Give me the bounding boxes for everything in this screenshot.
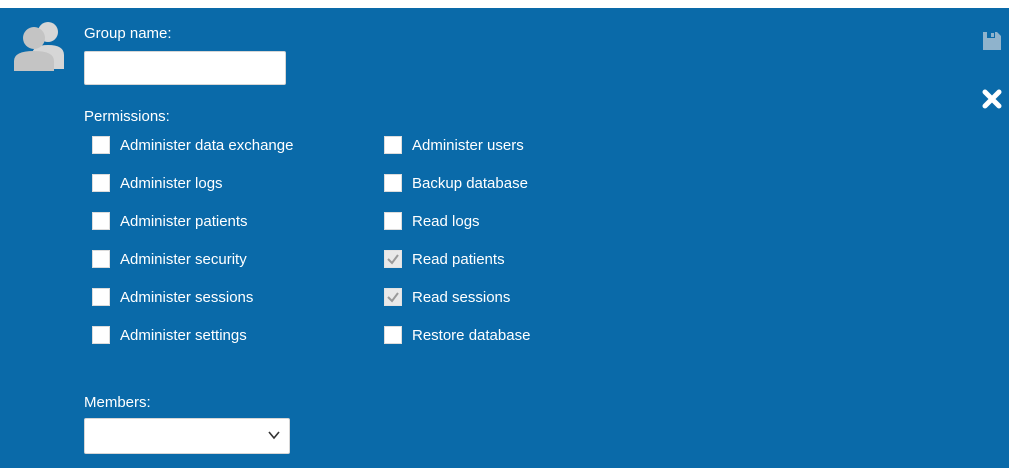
checkmark-icon [387,292,399,303]
permission-checkbox[interactable] [92,212,110,230]
permission-checkbox-row[interactable]: Administer data exchange [92,136,293,154]
permission-checkbox-row[interactable]: Administer settings [92,326,247,344]
permission-checkbox-row[interactable]: Restore database [384,326,530,344]
permission-checkbox[interactable] [92,174,110,192]
permission-checkbox[interactable] [384,212,402,230]
save-icon[interactable] [981,30,1003,52]
permission-label: Administer settings [120,326,247,344]
permission-checkbox[interactable] [92,326,110,344]
permission-label: Read patients [412,250,505,268]
close-icon[interactable] [981,88,1003,110]
permission-checkbox-row[interactable]: Backup database [384,174,528,192]
permission-checkbox-row[interactable]: Administer security [92,250,247,268]
permission-label: Administer sessions [120,288,254,306]
permission-label: Administer security [120,250,247,268]
group-users-icon [14,22,64,71]
permissions-label: Permissions: [84,108,170,125]
permission-checkbox-row: Read sessions [384,288,510,306]
permission-label: Administer logs [120,174,223,192]
permission-checkbox [384,250,402,268]
permission-checkbox[interactable] [92,250,110,268]
permission-checkbox[interactable] [384,136,402,154]
permission-label: Read logs [412,212,480,230]
permission-label: Administer patients [120,212,248,230]
chevron-down-icon [268,431,280,440]
permission-checkbox-row[interactable]: Administer logs [92,174,223,192]
group-editor-panel: Group name: Permissions: Administer data… [0,8,1009,468]
permission-label: Read sessions [412,288,511,306]
permission-checkbox-row[interactable]: Read logs [384,212,480,230]
permission-checkbox[interactable] [384,174,402,192]
permission-checkbox-row[interactable]: Administer users [384,136,524,154]
permission-label: Administer data exchange [120,136,294,154]
permission-checkbox-row[interactable]: Administer patients [92,212,248,230]
permission-checkbox-row: Read patients [384,250,505,268]
permission-checkbox[interactable] [92,136,110,154]
permission-label: Backup database [412,174,528,192]
permission-label: Administer users [412,136,524,154]
checkmark-icon [387,254,399,265]
permission-label: Restore database [412,326,531,344]
permission-checkbox[interactable] [384,326,402,344]
group-name-label: Group name: [84,25,172,42]
permission-checkbox-row[interactable]: Administer sessions [92,288,253,306]
members-label: Members: [84,394,151,411]
permission-checkbox[interactable] [92,288,110,306]
group-name-input[interactable] [84,51,286,85]
permission-checkbox [384,288,402,306]
members-select[interactable] [84,418,290,454]
